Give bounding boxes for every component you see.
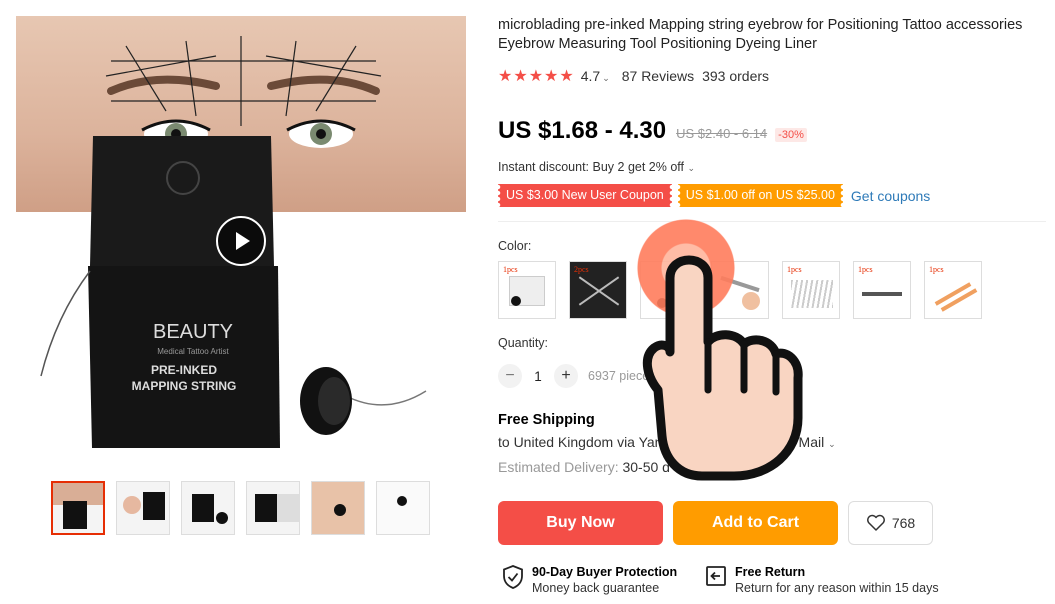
color-option-7[interactable]: 1pcs	[924, 261, 982, 319]
heart-icon	[866, 514, 885, 531]
box-brand-text: BEAUTY	[153, 321, 233, 343]
store-coupon[interactable]: US $1.00 off on US $25.00	[677, 184, 843, 207]
buyer-protection: 90-Day Buyer Protection Money back guara…	[502, 565, 677, 596]
quantity-label: Quantity:	[498, 336, 549, 350]
rating-row: ★★★★★ 4.7 ⌄ 87 Reviews 393 orders	[498, 66, 769, 86]
thumbnail-5[interactable]	[311, 481, 365, 535]
rating-stars-icon: ★★★★★	[498, 68, 575, 85]
color-option-2[interactable]: 2pcs	[569, 261, 627, 319]
get-coupons-link[interactable]: Get coupons	[851, 188, 930, 204]
shipping-title: Free Shipping	[498, 412, 595, 428]
wishlist-count: 768	[891, 515, 916, 531]
color-option-6[interactable]: 1pcs	[853, 261, 911, 319]
quantity-plus-button[interactable]: +	[554, 364, 578, 388]
thumbnail-2[interactable]	[116, 481, 170, 535]
chevron-down-icon: ⌄	[687, 163, 696, 173]
chevron-down-icon: ⌄	[828, 439, 836, 449]
thumbnail-4[interactable]	[246, 481, 300, 535]
reviews-link[interactable]: 87 Reviews	[622, 68, 694, 84]
divider	[498, 221, 1046, 222]
pointing-hand-icon	[642, 255, 803, 481]
return-title: Free Return	[735, 565, 806, 579]
chevron-down-icon: ⌄	[602, 73, 610, 83]
play-video-button[interactable]	[216, 216, 266, 266]
box-sub-text: Medical Tattoo Artist	[157, 347, 229, 356]
return-subtitle: Return for any reason within 15 days	[735, 581, 939, 595]
rating-score[interactable]: 4.7 ⌄	[581, 68, 610, 84]
product-title: microblading pre-inked Mapping string ey…	[498, 17, 1023, 52]
thumbnail-strip	[51, 481, 430, 535]
quantity-minus-button[interactable]: −	[498, 364, 522, 388]
orders-count: 393 orders	[702, 68, 770, 84]
return-icon	[706, 566, 726, 586]
box-line2-text: MAPPING STRING	[132, 379, 237, 393]
quantity-value[interactable]: 1	[522, 369, 554, 384]
shield-check-icon	[503, 565, 523, 589]
thumbnail-6[interactable]	[376, 481, 430, 535]
price-row: US $1.68 - 4.30 US $2.40 - 6.14 -30%	[498, 117, 807, 145]
free-return: Free Return Return for any reason within…	[705, 565, 939, 596]
add-to-cart-button[interactable]: Add to Cart	[673, 501, 838, 545]
buy-now-button[interactable]: Buy Now	[498, 501, 663, 545]
new-user-coupon[interactable]: US $3.00 New User Coupon	[498, 184, 672, 207]
discount-badge: -30%	[775, 128, 807, 142]
instant-discount[interactable]: Instant discount: Buy 2 get 2% off ⌄	[498, 160, 695, 174]
current-price: US $1.68 - 4.30	[498, 117, 667, 144]
coupon-row: US $3.00 New User Coupon US $1.00 off on…	[498, 184, 930, 207]
protection-subtitle: Money back guarantee	[532, 581, 660, 595]
original-price: US $2.40 - 6.14	[676, 126, 768, 141]
thumbnail-3[interactable]	[181, 481, 235, 535]
main-product-image[interactable]: BEAUTY Medical Tattoo Artist PRE-INKED M…	[16, 16, 466, 461]
thumbnail-1[interactable]	[51, 481, 105, 535]
color-option-1[interactable]: 1pcs	[498, 261, 556, 319]
wishlist-button[interactable]: 768	[848, 501, 933, 545]
box-line1-text: PRE-INKED	[151, 363, 217, 377]
quantity-stepper: − 1 + 6937 piece	[498, 364, 649, 388]
protection-title: 90-Day Buyer Protection	[532, 565, 678, 579]
color-label: Color:	[498, 239, 532, 253]
